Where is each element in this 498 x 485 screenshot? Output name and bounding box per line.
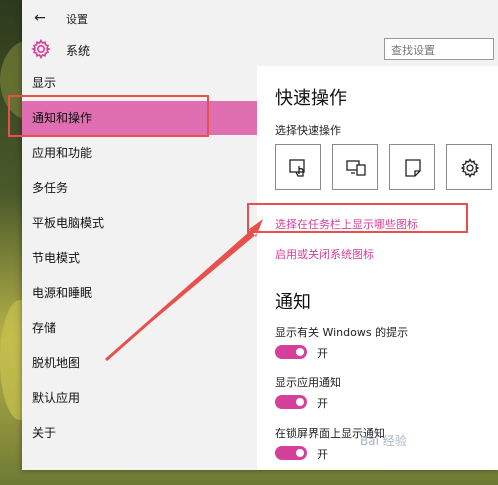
annotation-arrow	[105, 219, 263, 362]
watermark-logo: Bai 经验	[360, 434, 407, 448]
